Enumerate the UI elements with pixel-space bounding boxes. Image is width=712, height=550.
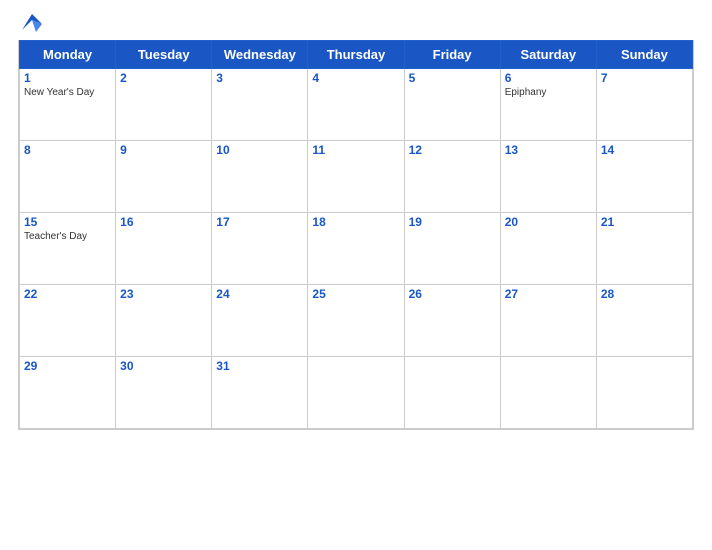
weekday-header-row: MondayTuesdayWednesdayThursdayFridaySatu… xyxy=(20,41,693,69)
calendar-cell: 25 xyxy=(308,285,404,357)
calendar-cell: 7 xyxy=(596,69,692,141)
calendar-cell: 1 New Year's Day xyxy=(20,69,116,141)
day-number: 6 xyxy=(505,71,592,85)
calendar-cell: 31 xyxy=(212,357,308,429)
holiday-label: Epiphany xyxy=(505,87,592,98)
day-number: 2 xyxy=(120,71,207,85)
day-number: 22 xyxy=(24,287,111,301)
calendar-week-row: 29 30 31 xyxy=(20,357,693,429)
calendar-body: 1New Year's Day23456Epiphany789101112131… xyxy=(20,69,693,429)
day-number: 11 xyxy=(312,143,399,157)
calendar-cell: 30 xyxy=(116,357,212,429)
calendar-cell: 8 xyxy=(20,141,116,213)
day-number: 30 xyxy=(120,359,207,373)
calendar-cell: 12 xyxy=(404,141,500,213)
calendar-week-row: 89 10 11 12 13 14 xyxy=(20,141,693,213)
calendar-cell: 9 xyxy=(116,141,212,213)
holiday-label: New Year's Day xyxy=(24,87,111,98)
calendar-cell xyxy=(308,357,404,429)
day-number: 13 xyxy=(505,143,592,157)
day-number: 10 xyxy=(216,143,303,157)
day-number: 21 xyxy=(601,215,688,229)
day-number: 8 xyxy=(24,143,111,157)
day-number: 12 xyxy=(409,143,496,157)
weekday-header-friday: Friday xyxy=(404,41,500,69)
logo xyxy=(18,10,50,38)
day-number: 24 xyxy=(216,287,303,301)
calendar-cell: 4 xyxy=(308,69,404,141)
calendar-cell: 13 xyxy=(500,141,596,213)
calendar-cell: 15 Teacher's Day xyxy=(20,213,116,285)
weekday-header-thursday: Thursday xyxy=(308,41,404,69)
day-number: 1 xyxy=(24,71,111,85)
calendar-week-row: 15 Teacher's Day 16 17 18 19 20 21 xyxy=(20,213,693,285)
calendar-cell: 27 xyxy=(500,285,596,357)
day-number: 5 xyxy=(409,71,496,85)
day-number: 25 xyxy=(312,287,399,301)
weekday-header-wednesday: Wednesday xyxy=(212,41,308,69)
day-number: 27 xyxy=(505,287,592,301)
weekday-header-sunday: Sunday xyxy=(596,41,692,69)
weekday-header-saturday: Saturday xyxy=(500,41,596,69)
day-number: 4 xyxy=(312,71,399,85)
calendar-wrapper: MondayTuesdayWednesdayThursdayFridaySatu… xyxy=(18,40,694,430)
logo-bird-icon xyxy=(18,10,46,38)
calendar-cell: 5 xyxy=(404,69,500,141)
calendar-cell: 19 xyxy=(404,213,500,285)
calendar-cell: 11 xyxy=(308,141,404,213)
day-number: 7 xyxy=(601,71,688,85)
calendar-cell: 24 xyxy=(212,285,308,357)
calendar-cell: 6 Epiphany xyxy=(500,69,596,141)
calendar-cell xyxy=(500,357,596,429)
calendar-cell: 23 xyxy=(116,285,212,357)
calendar-cell: 20 xyxy=(500,213,596,285)
calendar-cell xyxy=(596,357,692,429)
calendar-cell: 26 xyxy=(404,285,500,357)
day-number: 15 xyxy=(24,215,111,229)
day-number: 19 xyxy=(409,215,496,229)
day-number: 28 xyxy=(601,287,688,301)
day-number: 20 xyxy=(505,215,592,229)
calendar-week-row: 1 New Year's Day 23456 Epiphany 7 xyxy=(20,69,693,141)
day-number: 31 xyxy=(216,359,303,373)
day-number: 16 xyxy=(120,215,207,229)
calendar-cell: 21 xyxy=(596,213,692,285)
day-number: 18 xyxy=(312,215,399,229)
day-number: 29 xyxy=(24,359,111,373)
calendar-cell: 14 xyxy=(596,141,692,213)
calendar-cell: 28 xyxy=(596,285,692,357)
calendar-week-row: 22 23 24 25 26 27 28 xyxy=(20,285,693,357)
day-number: 14 xyxy=(601,143,688,157)
weekday-header-monday: Monday xyxy=(20,41,116,69)
calendar-cell: 22 xyxy=(20,285,116,357)
calendar-cell: 17 xyxy=(212,213,308,285)
calendar-cell: 18 xyxy=(308,213,404,285)
day-number: 23 xyxy=(120,287,207,301)
calendar-cell xyxy=(404,357,500,429)
day-number: 17 xyxy=(216,215,303,229)
day-number: 26 xyxy=(409,287,496,301)
calendar-header: MondayTuesdayWednesdayThursdayFridaySatu… xyxy=(20,41,693,69)
calendar-cell: 10 xyxy=(212,141,308,213)
holiday-label: Teacher's Day xyxy=(24,231,111,242)
day-number: 3 xyxy=(216,71,303,85)
calendar-cell: 2 xyxy=(116,69,212,141)
calendar-cell: 29 xyxy=(20,357,116,429)
day-number: 9 xyxy=(120,143,207,157)
calendar-table: MondayTuesdayWednesdayThursdayFridaySatu… xyxy=(19,40,693,429)
logo-header xyxy=(18,10,694,38)
calendar-cell: 16 xyxy=(116,213,212,285)
weekday-header-tuesday: Tuesday xyxy=(116,41,212,69)
calendar-cell: 3 xyxy=(212,69,308,141)
